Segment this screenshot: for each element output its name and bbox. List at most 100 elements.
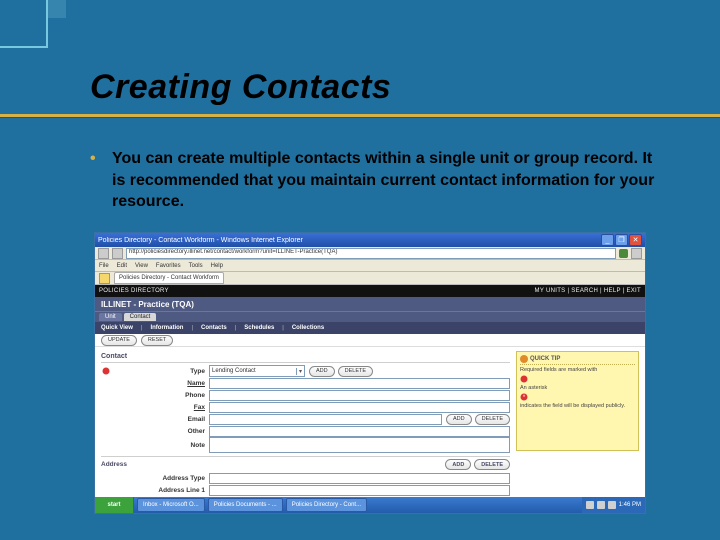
unit-title: ILLINET - Practice (TQA) xyxy=(95,297,645,311)
chevron-down-icon: ▾ xyxy=(296,368,302,375)
go-button[interactable] xyxy=(619,249,628,258)
app-main-tabs: Unit Contact xyxy=(95,311,645,322)
input-fax[interactable] xyxy=(209,402,510,413)
select-type-value: Lending Contact xyxy=(212,368,256,374)
title-underline xyxy=(0,114,720,118)
menu-help[interactable]: Help xyxy=(211,263,223,269)
taskbar-item[interactable]: Inbox - Microsoft O... xyxy=(137,498,205,512)
row-phone: Phone xyxy=(101,389,510,401)
favorites-icon[interactable] xyxy=(99,273,110,284)
input-other[interactable] xyxy=(209,426,510,437)
window-max-button[interactable]: ❐ xyxy=(615,234,628,246)
slide: Creating Contacts • You can create multi… xyxy=(0,0,720,540)
row-name: Name xyxy=(101,377,510,389)
quick-tip-line2: An asterisk xyxy=(520,385,635,391)
link-exit[interactable]: EXIT xyxy=(626,288,641,294)
subtab-schedules[interactable]: Schedules xyxy=(244,325,274,331)
select-type[interactable]: Lending Contact ▾ xyxy=(209,365,305,377)
url-field[interactable]: http://policiesdirectory.illinet.net/con… xyxy=(126,248,616,259)
label-note: Note xyxy=(115,442,205,449)
textarea-note[interactable] xyxy=(209,437,510,453)
required-icon xyxy=(101,366,111,376)
browser-tab[interactable]: Policies Directory - Contact Workform xyxy=(114,272,224,284)
update-button[interactable]: UPDATE xyxy=(101,335,137,346)
menu-tools[interactable]: Tools xyxy=(189,263,203,269)
quick-tip-title: QUICK TIP xyxy=(530,356,560,362)
start-button[interactable]: start xyxy=(95,497,134,513)
required-example-icon xyxy=(520,375,528,383)
subtab-information[interactable]: Information xyxy=(150,325,183,331)
forward-icon[interactable] xyxy=(112,248,123,259)
delete-email-button[interactable]: DELETE xyxy=(475,414,510,425)
delete-address-button[interactable]: DELETE xyxy=(474,459,510,470)
taskbar-item[interactable]: Policies Directory - Cont... xyxy=(286,498,367,512)
menu-file[interactable]: File xyxy=(99,263,109,269)
quick-tip-line1: Required fields are marked with xyxy=(520,367,635,373)
add-type-button[interactable]: ADD xyxy=(309,366,335,377)
ie-window-title: Policies Directory - Contact Workform - … xyxy=(98,237,303,244)
label-email: Email xyxy=(115,416,205,423)
ie-menu-bar: File Edit View Favorites Tools Help xyxy=(95,260,645,272)
section-address-label: Address xyxy=(101,461,127,468)
label-fax: Fax xyxy=(115,404,205,411)
input-name[interactable] xyxy=(209,378,510,389)
tray-icon[interactable] xyxy=(586,501,594,509)
row-other: Other xyxy=(101,425,510,437)
quick-tip-panel: QUICK TIP Required fields are marked wit… xyxy=(516,351,639,451)
search-icon[interactable] xyxy=(631,248,642,259)
row-addr-type: Address Type xyxy=(101,472,510,484)
label-addr-type: Address Type xyxy=(115,475,205,482)
window-min-button[interactable]: _ xyxy=(601,234,614,246)
decoration-square xyxy=(48,0,66,18)
embedded-screenshot: Policies Directory - Contact Workform - … xyxy=(94,232,646,514)
input-email[interactable] xyxy=(209,414,442,425)
subtab-contacts[interactable]: Contacts xyxy=(201,325,227,331)
quick-tip-line3: indicates the field will be displayed pu… xyxy=(520,403,635,409)
add-email-button[interactable]: ADD xyxy=(446,414,472,425)
public-example-icon: * xyxy=(520,393,528,401)
taskbar-item[interactable]: Policies Documents - ... xyxy=(208,498,283,512)
tab-contact[interactable]: Contact xyxy=(124,313,157,321)
menu-edit[interactable]: Edit xyxy=(117,263,127,269)
bullet-text: You can create multiple contacts within … xyxy=(112,148,660,213)
menu-favorites[interactable]: Favorites xyxy=(156,263,181,269)
tab-unit[interactable]: Unit xyxy=(99,313,122,321)
slide-title: Creating Contacts xyxy=(90,68,680,113)
corner-decoration xyxy=(0,0,48,48)
input-addr-type[interactable] xyxy=(209,473,510,484)
tray-icon[interactable] xyxy=(597,501,605,509)
tray-icon[interactable] xyxy=(608,501,616,509)
app-action-row: UPDATE RESET xyxy=(95,334,645,347)
ie-titlebar: Policies Directory - Contact Workform - … xyxy=(95,233,645,247)
reset-button[interactable]: RESET xyxy=(141,335,173,346)
link-help[interactable]: HELP xyxy=(604,288,621,294)
input-phone[interactable] xyxy=(209,390,510,401)
add-address-button[interactable]: ADD xyxy=(445,459,471,470)
contact-form: Contact Type Lending Contact▾ ADD DELETE… xyxy=(101,351,510,514)
pin-icon xyxy=(520,355,528,363)
label-other: Other xyxy=(115,428,205,435)
ie-tab-strip: Policies Directory - Contact Workform xyxy=(95,272,645,285)
label-addr1: Address Line 1 xyxy=(115,487,205,494)
row-addr1: Address Line 1 xyxy=(101,484,510,496)
input-addr1[interactable] xyxy=(209,485,510,496)
link-search[interactable]: SEARCH xyxy=(571,288,598,294)
link-my-units[interactable]: MY UNITS xyxy=(535,288,566,294)
row-fax: Fax xyxy=(101,401,510,413)
subtab-collections[interactable]: Collections xyxy=(292,325,324,331)
bullet-marker: • xyxy=(90,148,102,213)
section-contact-header: Contact xyxy=(101,351,510,363)
label-name: Name xyxy=(115,380,205,387)
section-address-header: Address ADD DELETE xyxy=(101,456,510,470)
menu-view[interactable]: View xyxy=(135,263,148,269)
bullet-list: • You can create multiple contacts withi… xyxy=(90,148,660,213)
delete-type-button[interactable]: DELETE xyxy=(338,366,373,377)
back-icon[interactable] xyxy=(98,248,109,259)
row-note: Note xyxy=(101,437,510,453)
ie-address-bar: http://policiesdirectory.illinet.net/con… xyxy=(95,247,645,260)
form-area: Contact Type Lending Contact▾ ADD DELETE… xyxy=(95,347,645,514)
subtab-quick-view[interactable]: Quick View xyxy=(101,325,133,331)
window-close-button[interactable]: ✕ xyxy=(629,234,642,246)
row-email: Email ADD DELETE xyxy=(101,413,510,425)
tray-clock: 1:46 PM xyxy=(619,502,641,508)
